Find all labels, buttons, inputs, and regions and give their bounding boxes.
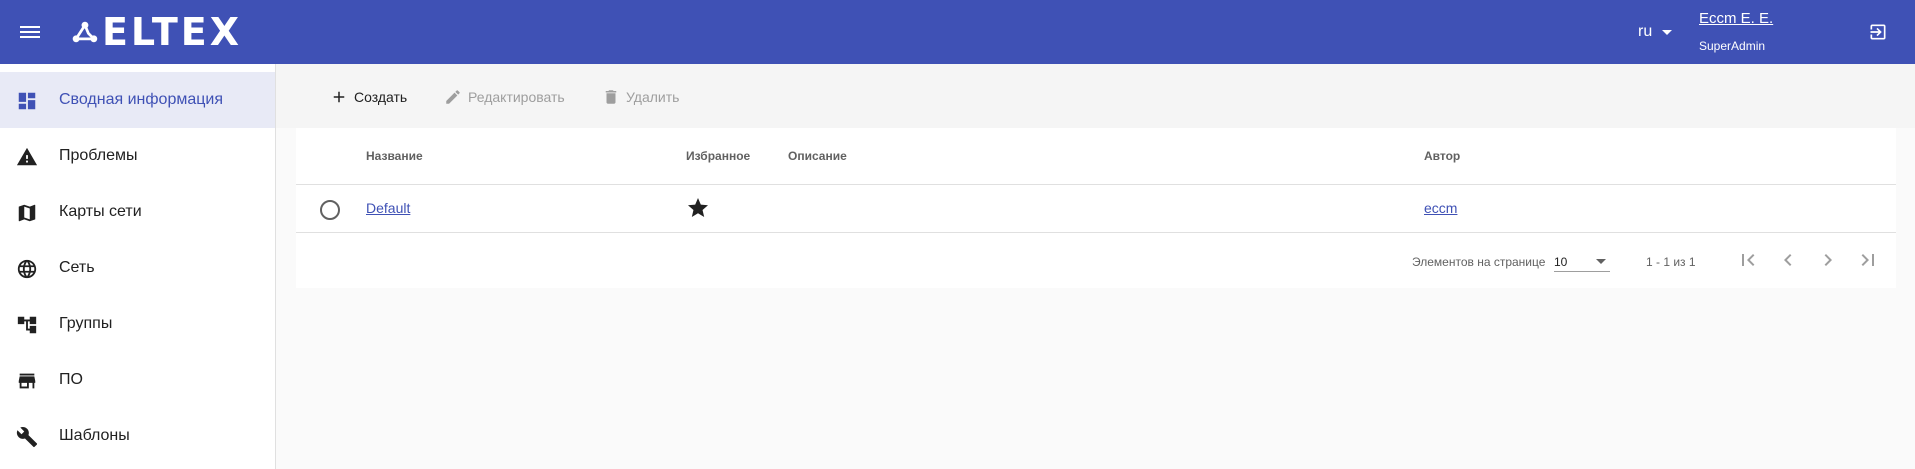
row-select-radio[interactable]	[320, 200, 340, 220]
dashboard-icon	[18, 92, 36, 110]
action-toolbar: Создать Редактировать Удалить	[276, 64, 1915, 128]
items-per-page-value: 10	[1554, 255, 1568, 269]
row-divider	[296, 232, 1896, 233]
logo-mark-icon	[72, 21, 98, 43]
sidebar-item-templates[interactable]: Шаблоны	[0, 408, 275, 464]
user-name-link[interactable]: Eccm E. E.	[1699, 10, 1773, 27]
groups-icon	[17, 316, 37, 334]
star-icon[interactable]	[686, 196, 710, 220]
wrench-icon	[16, 427, 38, 448]
sidebar-item-label: Шаблоны	[59, 427, 130, 444]
sidebar-item-label: Проблемы	[59, 147, 138, 164]
language-select[interactable]: ru	[1638, 22, 1673, 42]
warning-icon	[16, 147, 38, 166]
store-icon	[18, 373, 36, 389]
language-value: ru	[1638, 23, 1653, 40]
delete-button[interactable]: Удалить	[602, 86, 679, 108]
sidebar-item-software[interactable]: ПО	[0, 352, 275, 408]
edit-label: Редактировать	[468, 89, 565, 105]
user-role: SuperAdmin	[1699, 39, 1766, 53]
sidebar-item-network-maps[interactable]: Карты сети	[0, 184, 275, 240]
logout-icon[interactable]	[1868, 22, 1888, 42]
brand-name: ELTEX	[101, 10, 242, 54]
sidebar-item-summary[interactable]: Сводная информация	[0, 72, 275, 128]
top-app-bar: ELTEX ru Eccm E. E. SuperAdmin	[0, 0, 1915, 64]
column-header-description[interactable]: Описание	[788, 149, 847, 163]
eltex-logo[interactable]: ELTEX	[72, 10, 242, 54]
items-per-page-label: Элементов на странице	[1412, 255, 1546, 269]
create-button[interactable]: Создать	[330, 86, 407, 108]
sidebar-item-label: Карты сети	[59, 203, 142, 220]
map-icon	[18, 204, 36, 222]
sidebar: Сводная информация Проблемы Карты сети С…	[0, 64, 276, 469]
pagination-range: 1 - 1 из 1	[1646, 255, 1696, 269]
next-page-icon[interactable]	[1816, 248, 1840, 272]
globe-icon	[17, 259, 37, 279]
pencil-icon	[446, 90, 460, 104]
sidebar-item-groups[interactable]: Группы	[0, 296, 275, 352]
sidebar-item-label: Сводная информация	[59, 91, 223, 108]
sidebar-item-label: Сеть	[59, 259, 95, 276]
last-page-icon[interactable]	[1856, 248, 1880, 272]
edit-button[interactable]: Редактировать	[444, 86, 565, 108]
row-name-link[interactable]: Default	[366, 200, 410, 216]
column-header-name[interactable]: Название	[366, 149, 423, 163]
trash-icon	[605, 90, 617, 104]
sidebar-item-label: Группы	[59, 315, 113, 332]
first-page-icon[interactable]	[1736, 248, 1760, 272]
previous-page-icon[interactable]	[1776, 248, 1800, 272]
menu-icon[interactable]	[20, 23, 42, 41]
column-header-author[interactable]: Автор	[1424, 149, 1460, 163]
data-table: Название Избранное Описание Автор Defaul…	[296, 128, 1896, 288]
plus-icon	[333, 91, 345, 103]
chevron-down-icon	[1662, 29, 1673, 35]
create-label: Создать	[354, 89, 408, 105]
chevron-down-icon	[1596, 259, 1606, 264]
items-per-page-select[interactable]: 10	[1554, 250, 1610, 272]
sidebar-item-network[interactable]: Сеть	[0, 240, 275, 296]
sidebar-item-problems[interactable]: Проблемы	[0, 128, 275, 184]
delete-label: Удалить	[626, 89, 680, 105]
sidebar-item-label: ПО	[59, 371, 83, 388]
row-author-link[interactable]: eccm	[1424, 200, 1457, 216]
column-header-favorite[interactable]: Избранное	[686, 149, 750, 163]
header-divider	[296, 184, 1896, 185]
